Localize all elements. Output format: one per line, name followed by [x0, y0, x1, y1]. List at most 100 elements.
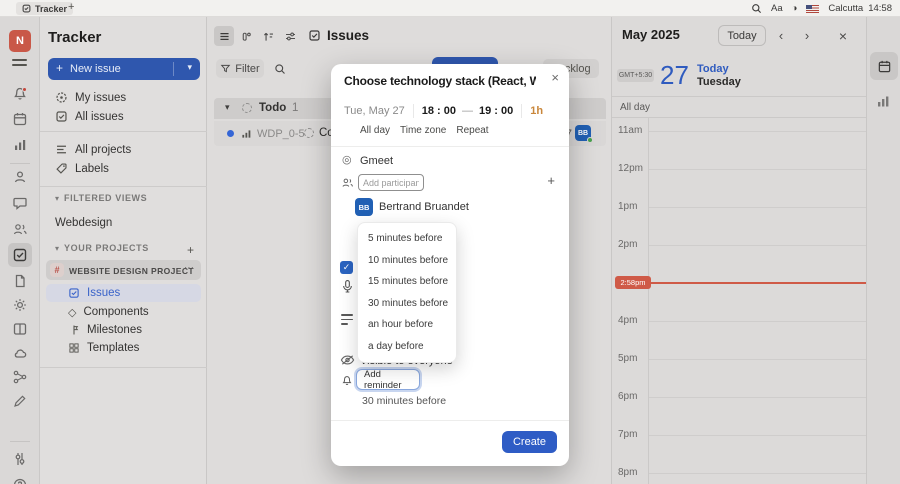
end-time[interactable]: 19 : 00	[479, 105, 513, 117]
prev-day-button[interactable]: ‹	[772, 25, 790, 46]
sidebar-item-webdesign[interactable]: Webdesign	[48, 213, 200, 232]
current-time-badge: 2:58pm	[615, 276, 651, 289]
priority-icon[interactable]	[241, 128, 252, 139]
create-button[interactable]: Create	[501, 431, 557, 453]
app-tab-tracker[interactable]: Tracker	[16, 2, 74, 15]
labels-tag-icon	[56, 163, 67, 174]
dropdown-item[interactable]: 15 minutes before	[358, 271, 456, 293]
add-project-button[interactable]: +	[187, 243, 194, 257]
today-button[interactable]: Today	[718, 25, 766, 46]
location-icon: ◎	[342, 154, 352, 166]
view-options-button[interactable]	[280, 26, 300, 46]
dropdown-item[interactable]: 10 minutes before	[358, 250, 456, 272]
new-tab-button[interactable]: +	[68, 1, 74, 13]
collapse-caret-icon[interactable]: ▾	[225, 102, 230, 113]
add-participants-input[interactable]	[358, 174, 424, 191]
filter-button[interactable]: Filter	[216, 59, 264, 78]
more-options-icon[interactable]: ⋯	[184, 263, 194, 274]
workspace-avatar[interactable]: N	[9, 30, 31, 52]
description-icon[interactable]	[341, 314, 353, 328]
repeat-link[interactable]: Repeat	[456, 125, 488, 136]
dropdown-item[interactable]: 30 minutes before	[358, 293, 456, 315]
microphone-icon[interactable]	[342, 279, 353, 294]
event-title[interactable]: Choose technology stack (React, WordPres…	[344, 74, 536, 88]
hamburger-icon[interactable]	[12, 59, 27, 61]
close-icon[interactable]: ×	[551, 70, 559, 85]
project-nav-templates[interactable]: Templates	[46, 339, 201, 357]
boards-columns-icon[interactable]	[12, 321, 28, 337]
new-issue-button[interactable]: + New issue ▾	[48, 58, 200, 80]
contacts-person-icon[interactable]	[12, 169, 28, 185]
tracker-app-icon[interactable]	[12, 247, 28, 263]
participant-name[interactable]: Bertrand Bruandet	[379, 201, 469, 213]
duration-badge[interactable]: 1h	[530, 105, 543, 117]
preferences-sliders-icon[interactable]	[12, 451, 28, 467]
sidebar-item-labels[interactable]: Labels	[48, 159, 200, 178]
checked-checkbox[interactable]: ✓	[340, 261, 353, 274]
issue-status-icon[interactable]	[304, 128, 314, 138]
analytics-chart-icon[interactable]	[12, 137, 28, 153]
theme-contrast-icon[interactable]: ◑	[792, 3, 798, 14]
documents-file-icon[interactable]	[12, 273, 28, 289]
filtered-views-header[interactable]: ▾ FILTERED VIEWS	[48, 193, 147, 203]
dropdown-item[interactable]: an hour before	[358, 314, 456, 336]
project-nav-milestones[interactable]: Milestones	[46, 321, 201, 339]
milestone-flag-icon	[73, 325, 79, 335]
location-value[interactable]: Gmeet	[360, 155, 393, 167]
grouping-view-button[interactable]	[236, 26, 256, 46]
close-calendar-button[interactable]: ×	[834, 25, 852, 46]
calendar-widget-button[interactable]	[870, 52, 898, 80]
edit-pencil-icon[interactable]	[12, 393, 28, 409]
help-icon[interactable]	[12, 477, 28, 484]
project-row-website-design[interactable]: # WEBSITE DESIGN PROJECT ⋯	[46, 260, 201, 280]
all-day-toggle[interactable]: All day	[360, 125, 390, 136]
sidebar-item-my-issues[interactable]: My issues	[48, 88, 200, 107]
process-branch-icon[interactable]	[12, 369, 28, 385]
hour-label: 12pm	[618, 163, 644, 174]
visibility-eye-icon	[340, 355, 355, 365]
planner-calendar-icon[interactable]	[12, 111, 28, 127]
search-icon	[274, 63, 285, 74]
search-icon[interactable]	[751, 3, 762, 14]
reminder-value[interactable]: 30 minutes before	[362, 395, 446, 407]
event-date[interactable]: Tue, May 27	[344, 105, 405, 117]
list-view-button[interactable]	[214, 26, 234, 46]
rail-divider	[10, 163, 30, 164]
start-time[interactable]: 18 : 00	[422, 105, 456, 117]
hour-label: 2pm	[618, 239, 638, 250]
my-issues-icon	[56, 92, 67, 103]
drive-cloud-icon[interactable]	[12, 345, 28, 361]
time-gutter-divider	[648, 117, 649, 484]
chat-bubble-icon[interactable]	[12, 195, 28, 211]
add-reminder-button[interactable]: Add reminder	[356, 369, 420, 391]
assignee-avatar[interactable]: BB	[575, 125, 593, 143]
timezone-link[interactable]: Time zone	[400, 125, 446, 136]
timezone-badge[interactable]: GMT+5:30	[617, 69, 654, 82]
event-time-row: Tue, May 27 18 : 00 — 19 : 00 1h	[344, 104, 544, 118]
project-nav-issues[interactable]: Issues	[46, 284, 201, 302]
funnel-icon	[220, 64, 231, 73]
project-nav-components[interactable]: ◇ Components	[46, 303, 201, 321]
stats-widget-button[interactable]	[875, 93, 891, 109]
add-participant-button[interactable]: +	[547, 173, 555, 188]
sidebar-divider	[40, 367, 207, 368]
chevron-down-icon[interactable]: ▾	[187, 62, 192, 73]
tab-label: Tracker	[35, 3, 68, 14]
next-day-button[interactable]: ›	[798, 25, 816, 46]
dropdown-item[interactable]: 5 minutes before	[358, 228, 456, 250]
your-projects-header[interactable]: ▾ YOUR PROJECTS	[48, 243, 149, 253]
us-flag-icon[interactable]	[806, 4, 820, 13]
timezone-city[interactable]: Calcutta	[828, 3, 863, 14]
issues-icon	[309, 30, 320, 41]
participant-avatar: BB	[355, 198, 373, 216]
font-size-button[interactable]: Aa	[771, 3, 783, 14]
search-issues-button[interactable]	[270, 59, 289, 78]
component-diamond-icon: ◇	[68, 306, 77, 319]
team-people-icon[interactable]	[12, 221, 28, 237]
sort-button[interactable]	[258, 26, 278, 46]
settings-sun-icon[interactable]	[12, 297, 28, 313]
dropdown-item[interactable]: a day before	[358, 336, 456, 358]
all-issues-icon	[56, 111, 67, 122]
sidebar-item-all-issues[interactable]: All issues	[48, 107, 200, 126]
sidebar-item-all-projects[interactable]: All projects	[48, 140, 200, 159]
